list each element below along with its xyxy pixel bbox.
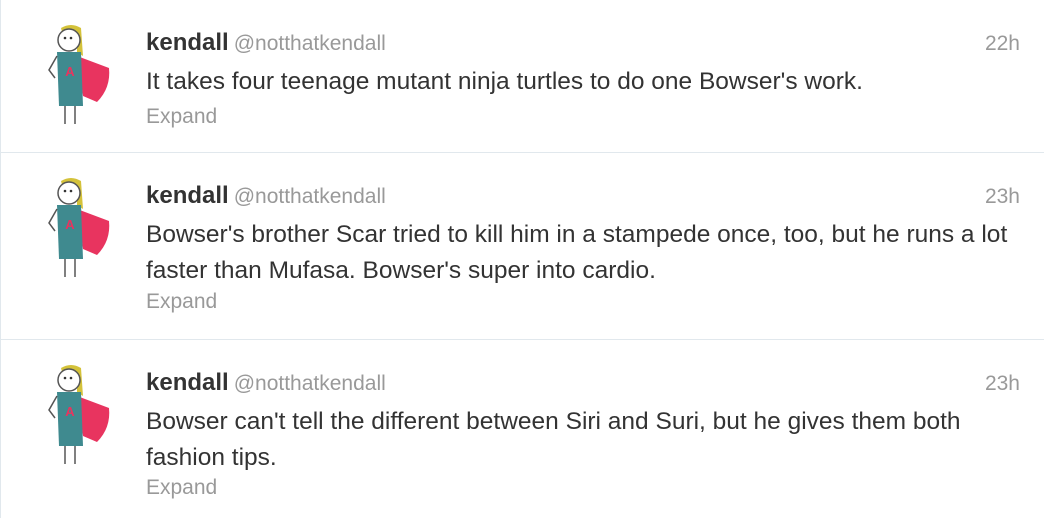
tweet-text: Bowser can't tell the different between … bbox=[146, 408, 961, 471]
username-handle[interactable]: @notthatkendall bbox=[234, 372, 386, 395]
timestamp[interactable]: 23h bbox=[985, 370, 1020, 398]
display-name-row[interactable]: kendall @notthatkendall bbox=[146, 28, 386, 59]
shirt-letter: A bbox=[65, 404, 75, 419]
tweet-text: Bowser's brother Scar tried to kill him … bbox=[146, 221, 1008, 284]
tweet-item[interactable]: A kendall @notthatkendall 23h Bowser's br… bbox=[1, 153, 1044, 340]
tweet-item[interactable]: A kendall @notthatkendall 22h It takes fo… bbox=[1, 0, 1044, 153]
tweet-timeline: A kendall @notthatkendall 22h It takes fo… bbox=[0, 0, 1044, 518]
avatar[interactable]: A bbox=[39, 362, 117, 472]
display-name-row[interactable]: kendall @notthatkendall bbox=[146, 181, 386, 212]
expand-link[interactable]: Expand bbox=[146, 103, 217, 131]
username-handle[interactable]: @notthatkendall bbox=[234, 185, 386, 208]
expand-link[interactable]: Expand bbox=[146, 474, 217, 502]
tweet-text: It takes four teenage mutant ninja turtl… bbox=[146, 68, 863, 95]
display-name[interactable]: kendall bbox=[146, 29, 229, 56]
timestamp[interactable]: 23h bbox=[985, 183, 1020, 211]
timestamp[interactable]: 22h bbox=[985, 30, 1020, 58]
avatar[interactable]: A bbox=[39, 22, 117, 132]
avatar[interactable]: A bbox=[39, 175, 117, 285]
display-name[interactable]: kendall bbox=[146, 182, 229, 209]
display-name-row[interactable]: kendall @notthatkendall bbox=[146, 368, 386, 399]
shirt-letter: A bbox=[65, 217, 75, 232]
display-name[interactable]: kendall bbox=[146, 369, 229, 396]
username-handle[interactable]: @notthatkendall bbox=[234, 32, 386, 55]
expand-link[interactable]: Expand bbox=[146, 288, 217, 316]
tweet-item[interactable]: A kendall @notthatkendall 23h Bowser can'… bbox=[1, 340, 1044, 518]
shirt-letter: A bbox=[65, 64, 75, 79]
